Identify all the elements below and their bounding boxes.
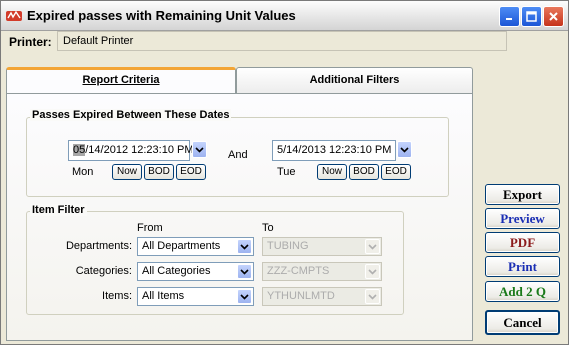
tab-additional-filters[interactable]: Additional Filters [236,67,473,94]
items-from-value: All Items [142,290,185,302]
tab-additional-filters-label: Additional Filters [309,74,400,86]
chevron-down-icon [365,264,380,279]
date-range-title: Passes Expired Between These Dates [30,109,232,121]
chevron-down-icon [237,239,252,254]
preview-button[interactable]: Preview [485,208,560,229]
minimize-icon [506,18,512,20]
categories-from-value: All Categories [142,265,211,277]
items-to-select[interactable]: YTHUNLMTD [262,287,382,306]
start-now-button[interactable]: Now [112,164,142,180]
categories-to-value: ZZZ-CMPTS [267,265,330,277]
item-filter-title: Item Filter [30,204,87,216]
print-button[interactable]: Print [485,256,560,277]
items-from-select[interactable]: All Items [137,287,254,306]
categories-to-select[interactable]: ZZZ-CMPTS [262,262,382,281]
window-title: Expired passes with Remaining Unit Value… [27,8,296,23]
maximize-button[interactable] [521,6,542,27]
chevron-down-icon [237,264,252,279]
maximize-icon [526,11,537,22]
to-column-label: To [262,222,274,234]
departments-to-select[interactable]: TUBING [262,237,382,256]
departments-label: Departments: [65,240,132,252]
minimize-button[interactable] [499,6,520,27]
departments-to-value: TUBING [267,240,309,252]
chevron-down-icon [237,289,252,304]
add-to-queue-button[interactable]: Add 2 Q [485,281,560,302]
categories-label: Categories: [75,265,132,277]
close-icon [549,12,558,21]
printer-field[interactable]: Default Printer [57,31,507,51]
close-button[interactable] [543,6,564,27]
departments-from-select[interactable]: All Departments [137,237,254,256]
chevron-down-icon [400,146,409,153]
cancel-button[interactable]: Cancel [485,310,560,335]
end-bod-button[interactable]: BOD [349,164,379,180]
end-date-input[interactable]: 5/14/2013 12:23:10 PM [272,140,396,161]
items-label: Items: [102,290,132,302]
export-button[interactable]: Export [485,184,560,205]
chevron-down-icon [365,239,380,254]
end-now-button[interactable]: Now [317,164,347,180]
tab-report-criteria[interactable]: Report Criteria [6,67,236,94]
end-date-dropdown[interactable] [397,141,412,158]
tab-report-criteria-label: Report Criteria [82,74,160,86]
pdf-button[interactable]: PDF [485,232,560,253]
and-label: And [228,149,248,161]
from-column-label: From [137,222,163,234]
end-day-of-week: Tue [277,166,296,178]
start-date-rest: /14/2012 12:23:10 PM [85,144,194,156]
categories-from-select[interactable]: All Categories [137,262,254,281]
end-eod-button[interactable]: EOD [381,164,411,180]
departments-from-value: All Departments [142,240,221,252]
start-date-dropdown[interactable] [192,141,207,158]
chevron-down-icon [365,289,380,304]
start-day-of-week: Mon [72,166,94,178]
printer-label: Printer: [9,35,52,49]
printer-value: Default Printer [63,35,134,47]
start-date-month: 05 [73,144,86,156]
title-bar[interactable]: Expired passes with Remaining Unit Value… [1,1,568,31]
items-to-value: YTHUNLMTD [267,290,335,302]
chevron-down-icon [195,146,204,153]
report-window: Expired passes with Remaining Unit Value… [0,0,569,345]
end-date-value: 5/14/2013 12:23:10 PM [277,144,392,156]
app-icon [6,10,22,21]
start-date-input[interactable]: 05/14/2012 12:23:10 PM [68,140,194,161]
start-bod-button[interactable]: BOD [144,164,174,180]
start-eod-button[interactable]: EOD [176,164,206,180]
